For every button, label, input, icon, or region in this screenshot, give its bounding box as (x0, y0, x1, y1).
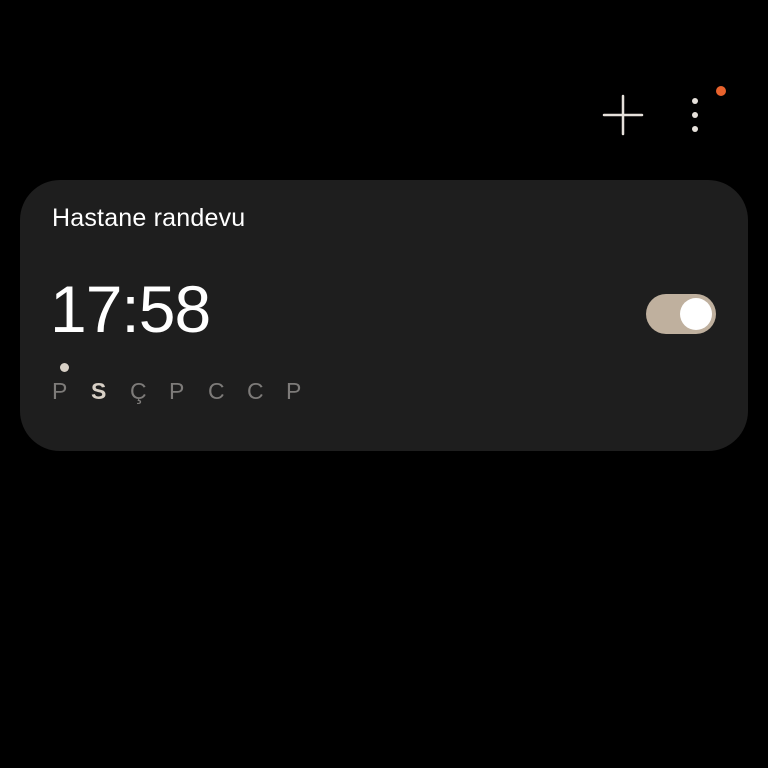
plus-icon (602, 94, 644, 136)
notification-dot (716, 86, 726, 96)
day-label: P (286, 378, 303, 404)
more-options-button[interactable] (680, 92, 710, 138)
alarm-card[interactable]: Hastane randevu 17:58 P S Ç P C C P (20, 180, 748, 451)
today-indicator-dot (60, 363, 69, 372)
alarm-time: 17:58 (50, 272, 211, 346)
add-alarm-button[interactable] (600, 92, 646, 138)
day-label: P (52, 378, 69, 404)
alarm-toggle[interactable] (646, 294, 716, 334)
day-label-active: S (91, 378, 108, 404)
day-label: P (169, 378, 186, 404)
alarm-name: Hastane randevu (52, 204, 246, 232)
day-label: Ç (130, 378, 148, 404)
day-label: C (247, 378, 265, 404)
toggle-knob (680, 298, 712, 330)
repeat-days: P S Ç P C C P (52, 378, 325, 405)
alarm-screen: Hastane randevu 17:58 P S Ç P C C P (0, 0, 768, 768)
more-vertical-icon (692, 98, 698, 132)
day-label: C (208, 378, 226, 404)
